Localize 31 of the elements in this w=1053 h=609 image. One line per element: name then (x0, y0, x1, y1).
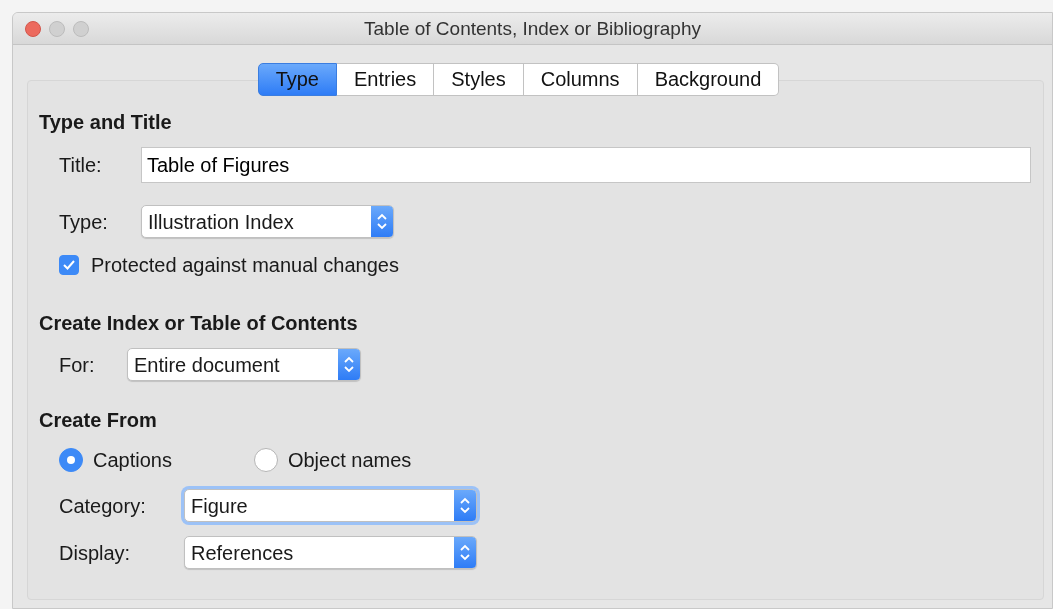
up-down-arrows-icon (371, 206, 393, 237)
tab[interactable]: Background (637, 63, 780, 96)
checkbox[interactable] (59, 255, 79, 275)
title-input[interactable]: Table of Figures (141, 147, 1031, 183)
dropdown[interactable]: References (184, 536, 477, 569)
close-button[interactable] (25, 21, 41, 37)
checkbox-label: Protected against manual changes (91, 253, 399, 278)
section-heading: Create From (39, 408, 158, 433)
field-label: Display: (59, 540, 132, 566)
field-label: Type: (59, 209, 109, 235)
tab[interactable]: Entries (337, 63, 435, 96)
dropdown[interactable]: Figure (184, 489, 477, 522)
tab[interactable]: Type (257, 63, 337, 96)
field-label: For: (59, 352, 96, 378)
up-down-arrows-icon (454, 537, 476, 568)
up-down-arrows-icon (338, 349, 360, 380)
section-heading: Create Index or Table of Contents (39, 311, 359, 336)
window-title: Table of Contents, Index or Bibliography (364, 18, 701, 39)
radio-button[interactable] (59, 448, 83, 472)
radio-button[interactable] (253, 448, 278, 472)
tab[interactable]: Styles (434, 63, 524, 96)
field-label: Title: (59, 153, 103, 178)
radio-label: Captions (93, 448, 172, 473)
dropdown[interactable]: Illustration Index (141, 205, 394, 238)
field-label: Category: (59, 493, 147, 519)
up-down-arrows-icon (454, 490, 476, 521)
checkmark-icon (62, 258, 76, 272)
tab[interactable]: Columns (523, 63, 638, 96)
radio-label: Object names (287, 448, 412, 473)
section-heading: Type and Title (39, 110, 173, 135)
dropdown[interactable]: Entire document (127, 348, 361, 381)
